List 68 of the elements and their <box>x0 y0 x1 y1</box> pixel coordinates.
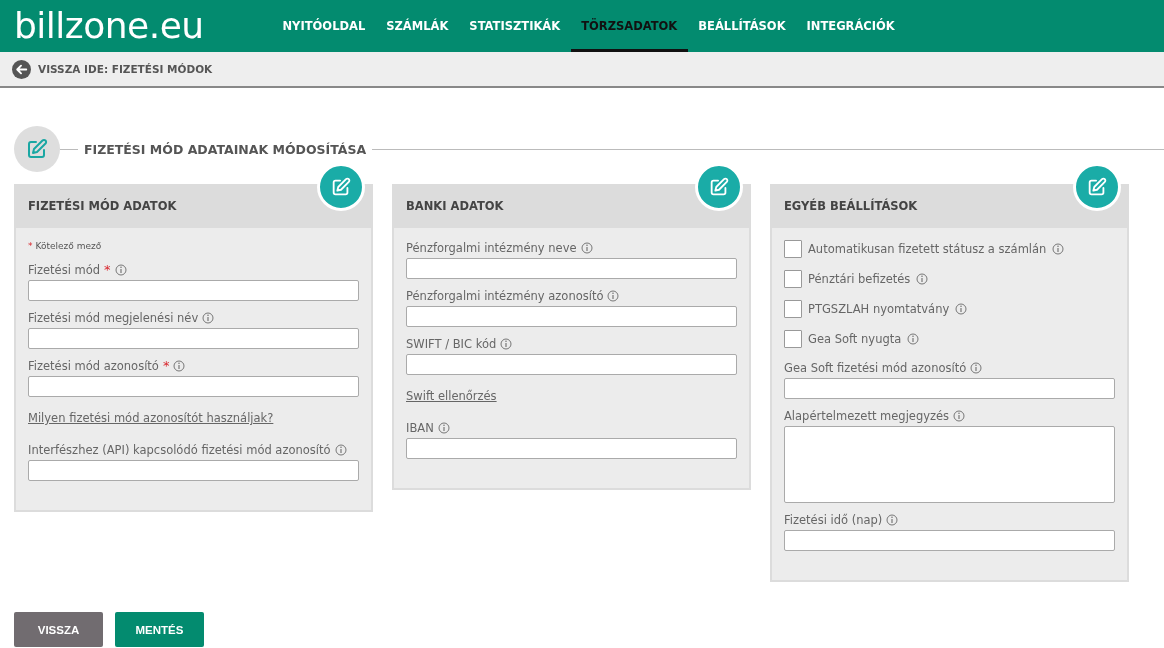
input-field[interactable] <box>28 460 359 481</box>
checkbox-label: Pénztári befizetés <box>808 272 911 286</box>
required-note: Kötelező mező <box>35 241 102 251</box>
input-field[interactable] <box>784 378 1115 399</box>
info-icon <box>334 443 347 456</box>
text-area[interactable] <box>784 426 1115 503</box>
back-link[interactable]: VISSZA IDE: FIZETÉSI MÓDOK <box>12 59 213 79</box>
edit-icon <box>330 176 352 198</box>
panel-title: EGYÉB BEÁLLÍTÁSOK <box>784 199 918 213</box>
info-icon <box>886 513 899 526</box>
input-field[interactable] <box>406 306 737 327</box>
info-icon <box>202 311 215 324</box>
input-field[interactable] <box>28 376 359 397</box>
info-icon <box>114 263 127 276</box>
checkbox[interactable] <box>784 240 802 258</box>
info-icon <box>580 241 593 254</box>
info-icon <box>953 409 966 422</box>
field-label: Pénzforgalmi intézmény azonosító <box>406 288 604 303</box>
checkbox[interactable] <box>784 300 802 318</box>
section-title: FIZETÉSI MÓD ADATAINAK MÓDOSÍTÁSA <box>83 141 368 157</box>
field-label: Fizetési mód azonosító <box>28 358 159 373</box>
logo[interactable]: billzone.eu <box>0 0 272 52</box>
required-mark: * <box>28 241 33 251</box>
edit-icon <box>1086 176 1108 198</box>
panel-title: BANKI ADATOK <box>406 199 504 213</box>
input-field[interactable] <box>406 258 737 279</box>
input-field[interactable] <box>28 328 359 349</box>
info-icon <box>607 289 620 302</box>
field-label: Fizetési mód <box>28 262 101 277</box>
info-icon <box>970 361 983 374</box>
field-label: Interfészhez (API) kapcsolódó fizetési mód azonosító <box>28 442 331 457</box>
save-button[interactable]: MENTÉS <box>115 612 204 647</box>
input-field[interactable] <box>406 354 737 375</box>
info-icon <box>916 273 929 285</box>
checkbox-label: PTGSZLAH nyomtatvány <box>808 302 950 316</box>
back-button[interactable]: VISSZA <box>14 612 103 647</box>
info-icon <box>437 421 450 434</box>
checkbox-label: Gea Soft nyugta <box>808 332 902 346</box>
input-field[interactable] <box>784 530 1115 551</box>
nav-tab[interactable]: INTEGRÁCIÓK <box>796 0 906 52</box>
info-icon <box>173 359 186 372</box>
checkbox[interactable] <box>784 270 802 288</box>
field-label: Fizetési idő (nap) <box>784 512 883 527</box>
info-icon <box>907 333 920 345</box>
field-label: Alapértelmezett megjegyzés <box>784 408 950 423</box>
panel-title: FIZETÉSI MÓD ADATOK <box>28 199 177 213</box>
required-mark: * <box>104 263 111 276</box>
help-link[interactable]: Milyen fizetési mód azonosítót használjak? <box>28 411 274 425</box>
field-label: IBAN <box>406 420 434 435</box>
info-icon <box>1052 243 1065 255</box>
nav-tab[interactable]: SZÁMLÁK <box>375 0 459 52</box>
checkbox-label: Automatikusan fizetett státusz a számlán <box>808 242 1047 256</box>
edit-icon <box>25 137 49 161</box>
nav-tab[interactable]: STATISZTIKÁK <box>458 0 571 52</box>
nav-tab[interactable]: NYITÓOLDAL <box>272 0 376 52</box>
info-icon <box>500 337 513 350</box>
required-mark: * <box>162 359 170 372</box>
nav-tab[interactable]: BEÁLLÍTÁSOK <box>687 0 797 52</box>
help-link[interactable]: Swift ellenőrzés <box>406 389 497 403</box>
input-field[interactable] <box>28 280 359 301</box>
checkbox[interactable] <box>784 330 802 348</box>
field-label: Fizetési mód megjelenési név <box>28 310 199 325</box>
edit-icon <box>708 176 730 198</box>
input-field[interactable] <box>406 438 737 459</box>
field-label: SWIFT / BIC kód <box>406 336 497 351</box>
field-label: Pénzforgalmi intézmény neve <box>406 240 577 255</box>
field-label: Gea Soft fizetési mód azonosító <box>784 360 967 375</box>
info-icon <box>955 303 968 315</box>
